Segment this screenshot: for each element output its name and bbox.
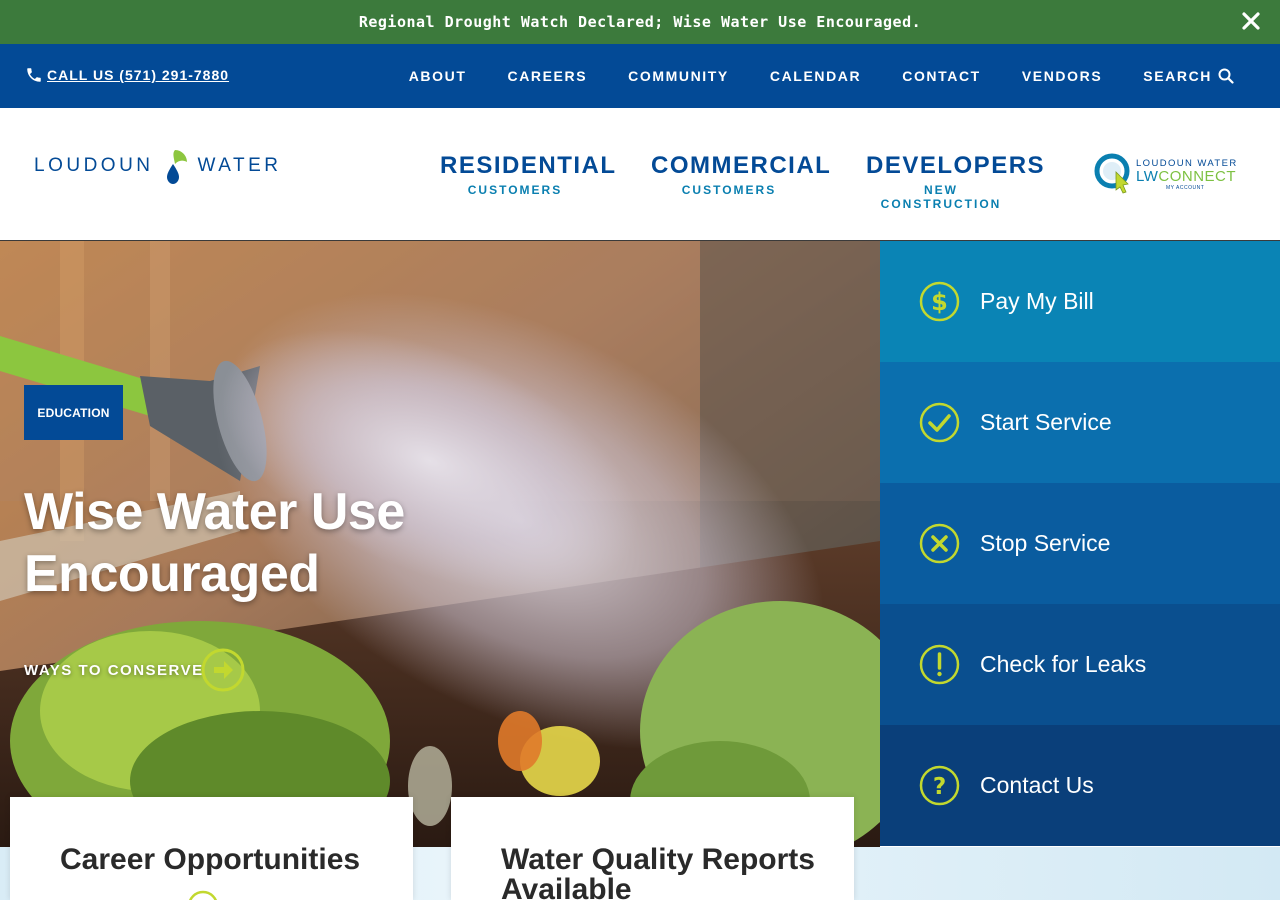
lwconnect-lw: LW [1136, 168, 1159, 185]
close-icon[interactable] [1240, 10, 1262, 32]
logo-text-left: LOUDOUN [34, 155, 154, 176]
quick-link-start-service[interactable]: Start Service [880, 362, 1280, 483]
utility-nav: ABOUT CAREERS COMMUNITY CALENDAR CONTACT… [409, 44, 1234, 108]
nav-community[interactable]: COMMUNITY [628, 68, 729, 84]
svg-text:$: $ [931, 288, 948, 316]
nav-residential-label: RESIDENTIAL [440, 152, 617, 179]
quick-link-label: Check for Leaks [980, 651, 1147, 677]
exclamation-icon [919, 644, 960, 685]
check-icon [919, 402, 960, 443]
quick-link-check-leaks[interactable]: Check for Leaks [880, 604, 1280, 725]
svg-text:?: ? [933, 774, 946, 800]
hero-banner[interactable]: EDUCATION Wise Water Use Encouraged WAYS… [0, 241, 880, 847]
search-icon [1218, 68, 1234, 84]
alert-text: Regional Drought Watch Declared; Wise Wa… [358, 13, 922, 31]
loudoun-water-logo[interactable]: LOUDOUN WATER [34, 146, 282, 186]
quick-links-panel: $ Pay My Bill Start Service Stop Service… [880, 241, 1280, 846]
category-badge[interactable]: EDUCATION [24, 385, 123, 440]
utility-bar: CALL US (571) 291-7880 ABOUT CAREERS COM… [0, 44, 1280, 108]
nav-residential-sub: CUSTOMERS [467, 183, 563, 197]
nav-calendar[interactable]: CALENDAR [770, 68, 861, 84]
card-title: Career Opportunities [60, 843, 361, 876]
quick-link-pay-bill[interactable]: $ Pay My Bill [880, 241, 1280, 362]
call-us-link[interactable]: CALL US (571) 291-7880 [25, 66, 229, 84]
nav-developers[interactable]: DEVELOPERS NEW CONSTRUCTION [866, 152, 1046, 211]
quick-link-label: Stop Service [980, 530, 1111, 556]
nav-developers-sub: NEW CONSTRUCTION [880, 183, 1002, 211]
nav-commercial-label: COMMERCIAL [651, 152, 832, 179]
nav-commercial-sub: CUSTOMERS [681, 183, 777, 197]
arrow-right-circle-icon [201, 648, 245, 692]
lwconnect-brand: LWCONNECT [1136, 168, 1236, 185]
quick-link-label: Pay My Bill [980, 288, 1094, 314]
ways-to-conserve-link[interactable]: WAYS TO CONSERVE [24, 647, 246, 693]
ways-to-conserve-text: WAYS TO CONSERVE [24, 661, 204, 679]
x-icon [919, 523, 960, 564]
hero-title: Wise Water Use Encouraged [24, 483, 405, 603]
nav-contact[interactable]: CONTACT [902, 68, 981, 84]
nav-commercial[interactable]: COMMERCIAL CUSTOMERS [651, 152, 832, 197]
nav-residential[interactable]: RESIDENTIAL CUSTOMERS [440, 152, 617, 197]
nav-developers-label: DEVELOPERS [866, 152, 1046, 179]
call-us-text: CALL US (571) 291-7880 [47, 67, 230, 83]
lwconnect-connect: CONNECT [1158, 168, 1237, 185]
search-label: SEARCH [1143, 68, 1212, 84]
logo-text-right: WATER [197, 155, 282, 176]
card-title: Water Quality Reports Available [501, 843, 815, 900]
nav-careers[interactable]: CAREERS [507, 68, 587, 84]
phone-icon [27, 68, 41, 82]
question-icon: ? [919, 765, 960, 806]
quick-link-stop-service[interactable]: Stop Service [880, 483, 1280, 604]
lwconnect-sub: MY ACCOUNT [1166, 185, 1205, 191]
lwconnect-logo-icon [1094, 153, 1130, 194]
arrow-right-circle-icon [188, 890, 218, 900]
alert-banner: Regional Drought Watch Declared; Wise Wa… [0, 0, 1280, 44]
card-water-quality-reports[interactable]: Water Quality Reports Available [451, 797, 854, 900]
quick-link-label: Contact Us [980, 772, 1094, 798]
quick-link-contact-us[interactable]: ? Contact Us [880, 725, 1280, 846]
water-drop-leaf-icon [166, 150, 187, 184]
nav-vendors[interactable]: VENDORS [1022, 68, 1102, 84]
main-header: LOUDOUN WATER RESIDENTIAL CUSTOMERS COMM… [0, 108, 1280, 241]
card-career-opportunities[interactable]: Career Opportunities [10, 797, 413, 900]
nav-about[interactable]: ABOUT [409, 68, 467, 84]
lwconnect-login[interactable]: LOUDOUN WATER LWCONNECT MY ACCOUNT [1094, 152, 1239, 198]
nav-search[interactable]: SEARCH [1143, 68, 1234, 84]
quick-link-label: Start Service [980, 409, 1112, 435]
dollar-icon: $ [919, 281, 960, 322]
